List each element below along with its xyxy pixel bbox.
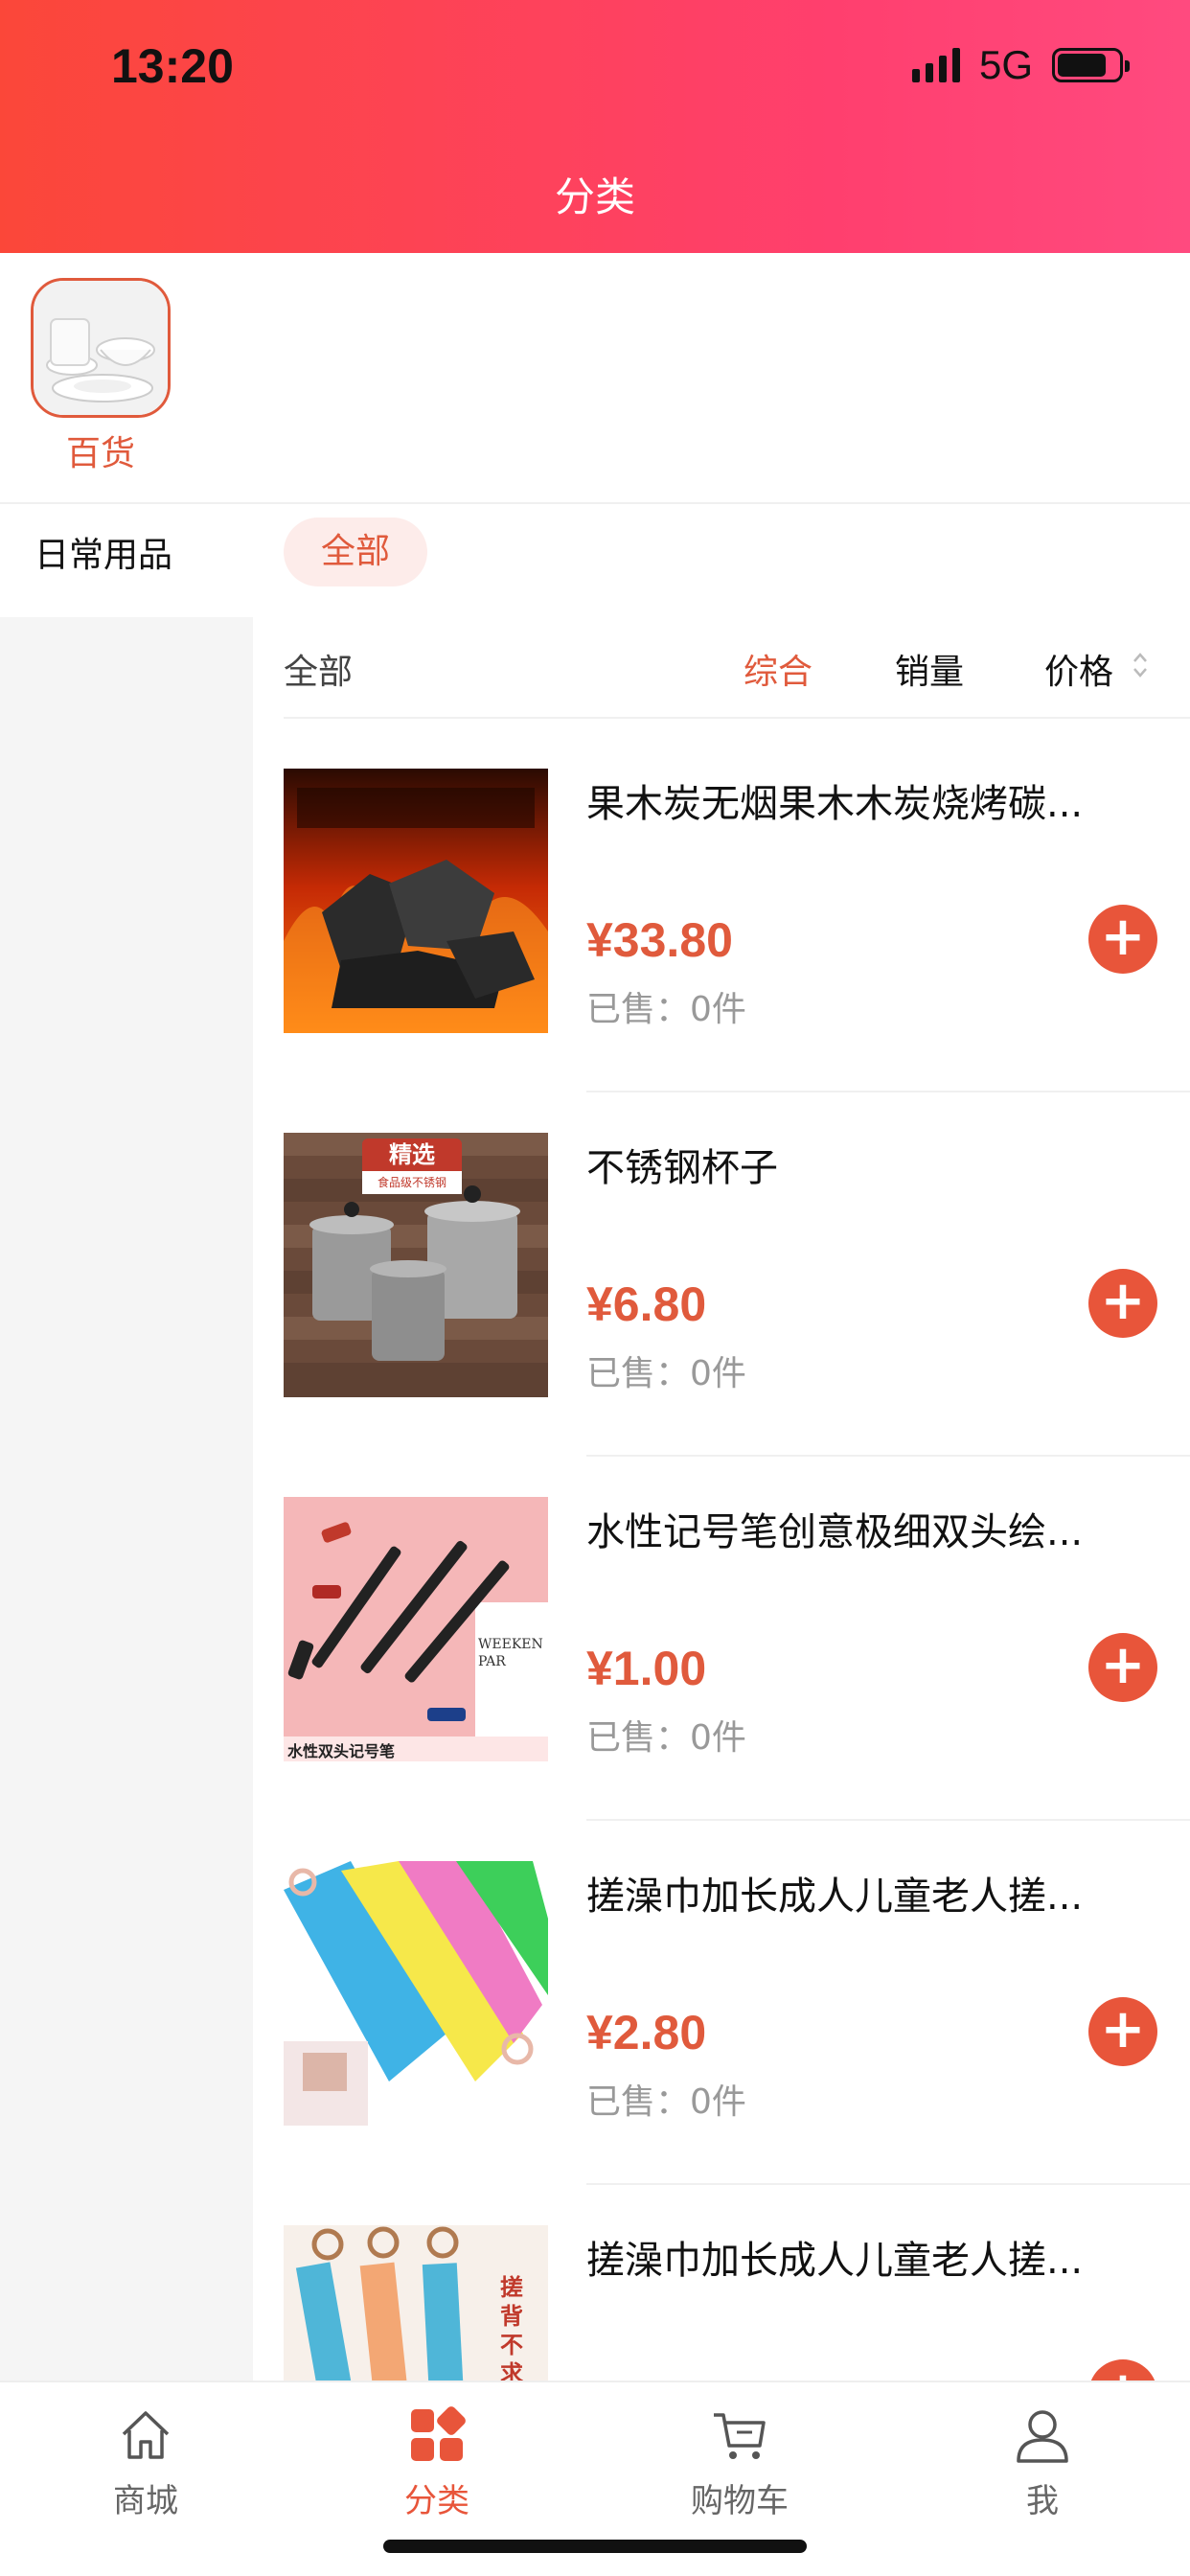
product-image-charcoal: [284, 769, 548, 1033]
divider: [586, 1819, 1190, 1821]
product-badge-sub: 食品级不锈钢: [377, 1176, 446, 1189]
divider: [586, 2183, 1190, 2185]
tab-label: 分类: [404, 2482, 469, 2520]
add-to-cart-button[interactable]: +: [1088, 1269, 1157, 1338]
product-image-caption: 水性双头记号笔: [287, 1742, 396, 1760]
product-price: ¥33.80: [586, 913, 733, 967]
product-card[interactable]: WEEKEN PAR 水性双头记号笔 水性记号笔创意极细双头绘... ¥1.00…: [284, 1497, 1190, 1861]
tab-cart[interactable]: 购物车: [644, 2405, 835, 2521]
category-icon: [411, 2406, 466, 2461]
sidebar-item-label: 日常用品: [34, 536, 173, 575]
product-card[interactable]: 搓背不求 搓澡巾加长成人儿童老人搓... +: [284, 2225, 1190, 2380]
cart-icon: [714, 2413, 766, 2459]
product-badge: 精选: [389, 1141, 435, 1168]
dishware-thumbnail: [31, 278, 171, 418]
sort-bar: 全部 综合 销量 价格: [284, 632, 1190, 719]
sidebar-item-daily-goods[interactable]: 日常用品: [0, 506, 253, 617]
product-name: 搓澡巾加长成人儿童老人搓...: [586, 1874, 1084, 1919]
sort-option-price[interactable]: 价格: [1044, 644, 1113, 694]
product-image-bath-towels: [284, 1861, 548, 2126]
top-category-item[interactable]: 百货: [31, 278, 171, 475]
sort-option-comprehensive[interactable]: 综合: [744, 644, 812, 694]
product-paper-text: WEEKEN PAR: [478, 1637, 543, 1669]
tab-category[interactable]: 分类: [341, 2405, 533, 2521]
product-price: ¥2.80: [586, 2006, 707, 2059]
add-to-cart-button[interactable]: +: [1088, 1997, 1157, 2066]
subcategory-chip-all[interactable]: 全部: [284, 518, 427, 586]
tab-label: 商城: [113, 2482, 178, 2520]
divider: [586, 1091, 1190, 1092]
battery-icon: [1052, 48, 1130, 82]
sort-option-sales[interactable]: 销量: [895, 644, 964, 694]
top-category-label: 百货: [65, 434, 135, 473]
status-indicators: 5G: [911, 42, 1130, 88]
add-to-cart-button[interactable]: +: [1088, 2359, 1157, 2380]
sort-scope-label: 全部: [284, 653, 354, 692]
product-price: ¥6.80: [586, 1277, 707, 1331]
product-sold-count: 已售：0件: [586, 2082, 746, 2122]
tab-me[interactable]: 我: [947, 2405, 1138, 2521]
product-name: 水性记号笔创意极细双头绘...: [586, 1510, 1084, 1554]
sort-arrows-icon: [1133, 653, 1147, 678]
product-sold-count: 已售：0件: [586, 990, 746, 1029]
home-icon: [122, 2411, 170, 2459]
signal-icon: [911, 48, 960, 82]
product-image-side-text: 搓背不求: [500, 2274, 523, 2380]
tab-mall[interactable]: 商城: [50, 2405, 241, 2521]
product-image-steel-cups: 精选 食品级不锈钢: [284, 1133, 548, 1397]
sidebar: 日常用品: [0, 506, 253, 2382]
tab-label: 我: [1026, 2482, 1059, 2520]
product-card[interactable]: 搓澡巾加长成人儿童老人搓... ¥2.80 已售：0件 +: [284, 1861, 1190, 2225]
product-name: 果木炭无烟果木木炭烧烤碳...: [586, 782, 1084, 826]
network-label: 5G: [978, 42, 1033, 87]
user-icon: [1017, 2410, 1068, 2463]
divider: [586, 1455, 1190, 1457]
product-card[interactable]: 果木炭无烟果木木炭烧烤碳... ¥33.80 已售：0件 +: [284, 769, 1190, 1133]
product-sold-count: 已售：0件: [586, 1354, 746, 1393]
product-price: ¥1.00: [586, 1642, 707, 1695]
home-indicator[interactable]: [383, 2540, 807, 2553]
add-to-cart-button[interactable]: +: [1088, 905, 1157, 974]
header: 13:20 5G 分类: [0, 0, 1190, 253]
tab-label: 购物车: [691, 2482, 789, 2520]
product-card[interactable]: 精选 食品级不锈钢 不锈钢杯子 ¥6.80 已售：0件 +: [284, 1133, 1190, 1497]
status-time: 13:20: [111, 39, 234, 93]
add-to-cart-button[interactable]: +: [1088, 1633, 1157, 1702]
page-title: 分类: [554, 173, 635, 220]
product-image-markers: WEEKEN PAR 水性双头记号笔: [284, 1497, 548, 1761]
product-image-bath-straps: 搓背不求: [284, 2225, 548, 2380]
product-name: 不锈钢杯子: [586, 1146, 778, 1190]
top-category-strip: 百货: [0, 253, 1190, 504]
product-sold-count: 已售：0件: [586, 1718, 746, 1758]
product-name: 搓澡巾加长成人儿童老人搓...: [586, 2239, 1084, 2283]
